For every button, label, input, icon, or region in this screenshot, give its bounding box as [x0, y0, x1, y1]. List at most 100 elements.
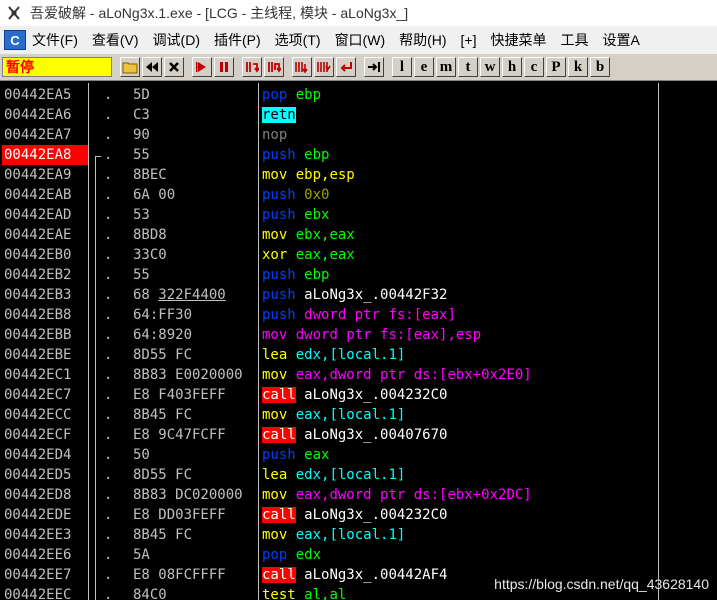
hex-dump-cell[interactable]: 8B45 FC: [133, 405, 257, 425]
hex-dump-cell[interactable]: E8 08FCFFFF: [133, 565, 257, 585]
instruction-cell[interactable]: push ebx: [262, 205, 329, 225]
menu-help[interactable]: 帮助(H): [399, 30, 446, 50]
hex-dump-cell[interactable]: E8 9C47FCFF: [133, 425, 257, 445]
instruction-cell[interactable]: lea edx,[local.1]: [262, 345, 405, 365]
modules-window-button[interactable]: e: [414, 57, 434, 77]
instruction-cell[interactable]: pop edx: [262, 545, 321, 565]
instruction-cell[interactable]: mov dword ptr fs:[eax],esp: [262, 325, 481, 345]
disasm-row[interactable]: 00442EBB. 64:8920 mov dword ptr fs:[eax],e…: [0, 325, 660, 345]
hex-dump-cell[interactable]: 8B83 E0020000: [133, 365, 257, 385]
execute-till-return-button[interactable]: [336, 57, 356, 77]
instruction-cell[interactable]: push dword ptr fs:[eax]: [262, 305, 456, 325]
menu-debug[interactable]: 调试(D): [153, 30, 200, 50]
disasm-row[interactable]: 00442EB3. 68 322F4400 push aLoNg3x_.00442F…: [0, 285, 660, 305]
address-cell[interactable]: 00442EC7: [2, 385, 88, 405]
menu-window[interactable]: 窗口(W): [335, 30, 386, 50]
disasm-row[interactable]: 00442ED8. 8B83 DC020000 mov eax,dword ptr …: [0, 485, 660, 505]
hex-dump-cell[interactable]: C3: [133, 105, 257, 125]
instruction-cell[interactable]: call aLoNg3x_.00442AF4: [262, 565, 447, 585]
hex-dump-cell[interactable]: 8D55 FC: [133, 465, 257, 485]
disasm-row[interactable]: 00442EA5. 5D pop ebp: [0, 85, 660, 105]
instruction-cell[interactable]: mov eax,dword ptr ds:[ebx+0x2E0]: [262, 365, 532, 385]
address-cell[interactable]: 00442EA6: [2, 105, 88, 125]
goto-button[interactable]: [364, 57, 384, 77]
instruction-cell[interactable]: call aLoNg3x_.00407670: [262, 425, 447, 445]
call-stack-window-button[interactable]: k: [568, 57, 588, 77]
hex-dump-cell[interactable]: 33C0: [133, 245, 257, 265]
hex-dump-cell[interactable]: 64:FF30: [133, 305, 257, 325]
disasm-row[interactable]: 00442ED4. 50 push eax: [0, 445, 660, 465]
instruction-cell[interactable]: call aLoNg3x_.004232C0: [262, 505, 447, 525]
open-folder-button[interactable]: [120, 57, 140, 77]
instruction-cell[interactable]: lea edx,[local.1]: [262, 465, 405, 485]
disasm-row[interactable]: 00442EA9. 8BEC mov ebp,esp: [0, 165, 660, 185]
threads-window-button[interactable]: t: [458, 57, 478, 77]
hex-dump-cell[interactable]: 53: [133, 205, 257, 225]
instruction-cell[interactable]: push aLoNg3x_.00442F32: [262, 285, 447, 305]
address-cell[interactable]: 00442EAD: [2, 205, 88, 225]
disasm-row[interactable]: 00442EE6. 5A pop edx: [0, 545, 660, 565]
menu-shortcuts[interactable]: 快捷菜单: [491, 30, 547, 50]
hex-dump-cell[interactable]: 68 322F4400: [133, 285, 257, 305]
instruction-cell[interactable]: test al,al: [262, 585, 346, 600]
disasm-row[interactable]: 00442EB0. 33C0 xor eax,eax: [0, 245, 660, 265]
address-cell[interactable]: 00442EAE: [2, 225, 88, 245]
address-cell[interactable]: 00442ED5: [2, 465, 88, 485]
disassembly-pane[interactable]: 00442EA5. 5D pop ebp 00442EA6. C3 retn 00442EA…: [0, 83, 717, 600]
breakpoints-window-button[interactable]: b: [590, 57, 610, 77]
run-button[interactable]: [192, 57, 212, 77]
disasm-row[interactable]: 00442EDE. E8 DD03FEFF call aLoNg3x_.004232…: [0, 505, 660, 525]
address-cell[interactable]: 00442ECF: [2, 425, 88, 445]
disasm-row[interactable]: 00442EAD. 53 push ebx: [0, 205, 660, 225]
address-cell[interactable]: 00442EE7: [2, 565, 88, 585]
disasm-row[interactable]: 00442EE3. 8B45 FC mov eax,[local.1]: [0, 525, 660, 545]
trace-into-button[interactable]: [292, 57, 312, 77]
step-into-button[interactable]: [242, 57, 262, 77]
handles-window-button[interactable]: h: [502, 57, 522, 77]
menu-options[interactable]: 选项(T): [275, 30, 321, 50]
log-window-button[interactable]: l: [392, 57, 412, 77]
hex-dump-cell[interactable]: 84C0: [133, 585, 257, 600]
trace-over-button[interactable]: [314, 57, 334, 77]
address-cell[interactable]: 00442EA5: [2, 85, 88, 105]
patches-window-button[interactable]: P: [546, 57, 566, 77]
disasm-row[interactable]: 00442EC7. E8 F403FEFF call aLoNg3x_.004232…: [0, 385, 660, 405]
hex-dump-cell[interactable]: 5D: [133, 85, 257, 105]
instruction-cell[interactable]: push 0x0: [262, 185, 329, 205]
address-cell[interactable]: 00442EC1: [2, 365, 88, 385]
address-cell[interactable]: 00442ED4: [2, 445, 88, 465]
cpu-window-toolbar-button[interactable]: c: [524, 57, 544, 77]
windows-window-button[interactable]: w: [480, 57, 500, 77]
hex-dump-cell[interactable]: 6A 00: [133, 185, 257, 205]
address-cell[interactable]: 00442EBE: [2, 345, 88, 365]
disasm-row[interactable]: 00442EA6. C3 retn: [0, 105, 660, 125]
address-cell[interactable]: 00442EB3: [2, 285, 88, 305]
address-cell[interactable]: 00442EB0: [2, 245, 88, 265]
disasm-row[interactable]: 00442EBE. 8D55 FC lea edx,[local.1]: [0, 345, 660, 365]
menu-settings[interactable]: 设置A: [603, 30, 640, 50]
hex-dump-cell[interactable]: E8 DD03FEFF: [133, 505, 257, 525]
menu-tools[interactable]: 工具: [561, 30, 589, 50]
disasm-row[interactable]: 00442EC1. 8B83 E0020000 mov eax,dword ptr …: [0, 365, 660, 385]
instruction-cell[interactable]: push ebp: [262, 265, 329, 285]
hex-dump-cell[interactable]: 8D55 FC: [133, 345, 257, 365]
hex-dump-cell[interactable]: 8BEC: [133, 165, 257, 185]
hex-dump-cell[interactable]: 8BD8: [133, 225, 257, 245]
disasm-row[interactable]: 00442EAB. 6A 00 push 0x0: [0, 185, 660, 205]
hex-dump-cell[interactable]: E8 F403FEFF: [133, 385, 257, 405]
address-cell[interactable]: 00442EE3: [2, 525, 88, 545]
instruction-cell[interactable]: mov ebp,esp: [262, 165, 355, 185]
instruction-cell[interactable]: push ebp: [262, 145, 329, 165]
memory-window-button[interactable]: m: [436, 57, 456, 77]
instruction-cell[interactable]: mov ebx,eax: [262, 225, 355, 245]
disasm-row[interactable]: 00442EAE. 8BD8 mov ebx,eax: [0, 225, 660, 245]
hex-dump-cell[interactable]: 8B83 DC020000: [133, 485, 257, 505]
instruction-cell[interactable]: pop ebp: [262, 85, 321, 105]
address-cell[interactable]: 00442EAB: [2, 185, 88, 205]
menu-plus[interactable]: [+]: [461, 32, 477, 48]
hex-dump-cell[interactable]: 64:8920: [133, 325, 257, 345]
hex-dump-cell[interactable]: 5A: [133, 545, 257, 565]
address-cell[interactable]: 00442EBB: [2, 325, 88, 345]
address-cell[interactable]: 00442EA7: [2, 125, 88, 145]
address-cell[interactable]: 00442ED8: [2, 485, 88, 505]
